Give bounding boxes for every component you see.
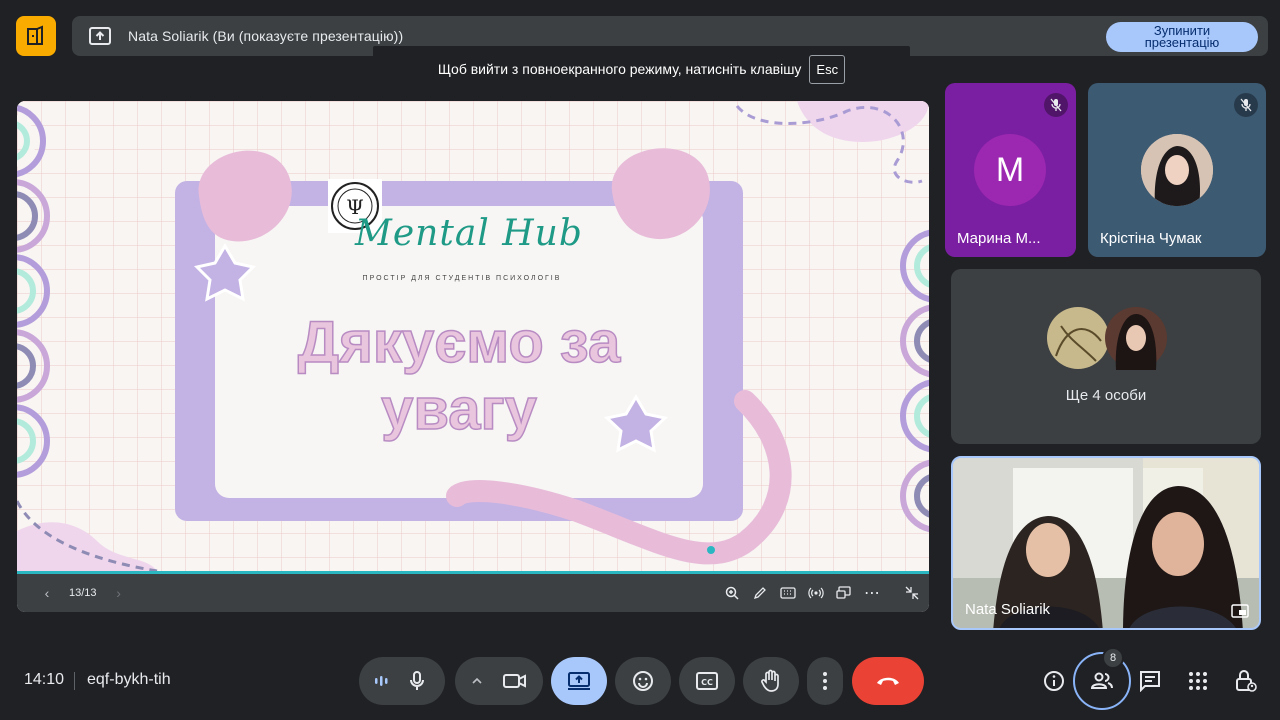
more-actions-button[interactable] [807, 657, 843, 705]
self-view-tile[interactable]: Nata Soliarik [951, 456, 1261, 630]
slide-controls: ‹ 13/13 › ⋯ [17, 574, 929, 612]
more-vert-icon [823, 672, 827, 690]
zoom-icon[interactable] [723, 584, 741, 602]
captions-button[interactable]: CC [679, 657, 735, 705]
hand-icon [761, 669, 779, 692]
picture-in-picture-icon[interactable] [835, 584, 853, 602]
avatar [1141, 134, 1213, 206]
meet-window: Nata Soliarik (Ви (показуєте презентацію… [0, 0, 1280, 720]
chevron-up-icon[interactable] [463, 677, 491, 685]
meeting-details-button[interactable] [1038, 665, 1070, 697]
captions-icon: CC [696, 672, 718, 690]
slide-tagline: ПРОСТІР ДЛЯ СТУДЕНТІВ ПСИХОЛОГІВ [362, 275, 562, 282]
muted-mic-icon [1044, 93, 1068, 117]
next-slide-icon[interactable]: › [107, 585, 131, 601]
present-now-button[interactable] [551, 657, 607, 705]
more-options-icon[interactable]: ⋯ [863, 584, 881, 602]
reactions-button[interactable] [615, 657, 671, 705]
fullscreen-exit-toast: Щоб вийти з повноекранного режиму, натис… [373, 46, 910, 92]
keyboard-icon[interactable] [779, 584, 797, 602]
slide-headline: Дякуємо за увагу [297, 309, 621, 443]
slide-page-counter: 13/13 [69, 587, 97, 599]
people-icon [1090, 672, 1113, 689]
fullscreen-toast-text: Щоб вийти з повноекранного режиму, натис… [437, 61, 802, 77]
camera-group [455, 657, 543, 705]
stacked-avatars [1046, 306, 1170, 370]
chat-icon [1140, 671, 1160, 692]
activities-button[interactable] [1182, 665, 1214, 697]
microphone-icon[interactable] [397, 661, 437, 701]
exit-fullscreen-icon[interactable] [903, 584, 921, 602]
participant-name: Крістіна Чумак [1100, 230, 1202, 247]
host-controls-button[interactable] [1230, 665, 1262, 697]
meeting-code: eqf-bykh-tih [87, 671, 171, 688]
stop-presenting-button[interactable]: Зупинити презентацію [1106, 22, 1258, 52]
participant-tile[interactable]: M Марина М... [945, 83, 1076, 257]
apps-grid-icon [1189, 672, 1207, 690]
people-count-badge: 8 [1102, 647, 1124, 669]
hang-up-icon [877, 677, 899, 685]
meeting-room-icon[interactable] [16, 16, 56, 56]
present-screen-icon [88, 24, 112, 48]
leave-call-button[interactable] [852, 657, 924, 705]
more-participants-label: Ще 4 особи [1065, 387, 1147, 404]
broadcast-icon[interactable] [807, 584, 825, 602]
emoji-icon [633, 671, 653, 691]
lock-person-icon [1236, 670, 1257, 692]
svg-text:CC: CC [701, 678, 713, 687]
present-screen-icon [568, 672, 590, 690]
info-icon [1044, 671, 1064, 691]
slide-canvas: Ψ Mental Hub ПРОСТІР ДЛЯ СТУДЕНТІВ ПСИХО… [17, 101, 929, 571]
brand-logo-text: Mental Hub [355, 213, 583, 254]
presentation-stage: Ψ Mental Hub ПРОСТІР ДЛЯ СТУДЕНТІВ ПСИХО… [17, 101, 929, 612]
microphone-group [359, 657, 445, 705]
presenter-title: Nata Soliarik (Ви (показуєте презентацію… [128, 28, 404, 44]
raise-hand-button[interactable] [743, 657, 799, 705]
avatar: M [974, 134, 1046, 206]
meeting-time: 14:10 [24, 671, 65, 688]
pen-annotate-icon[interactable] [751, 584, 769, 602]
more-participants-tile[interactable]: Ще 4 особи [951, 269, 1261, 444]
self-view-options-icon[interactable] [1231, 604, 1249, 618]
esc-key-hint: Esc [809, 54, 846, 84]
participant-name: Nata Soliarik [965, 601, 1051, 618]
divider [74, 672, 75, 690]
participant-name: Марина М... [957, 230, 1041, 247]
audio-level-icon [367, 675, 395, 687]
chat-button[interactable] [1134, 665, 1166, 697]
previous-slide-icon[interactable]: ‹ [35, 585, 59, 601]
door-icon [27, 25, 43, 45]
muted-mic-icon [1234, 93, 1258, 117]
camera-icon[interactable] [495, 673, 535, 689]
participant-tile[interactable]: Крістіна Чумак [1088, 83, 1266, 257]
